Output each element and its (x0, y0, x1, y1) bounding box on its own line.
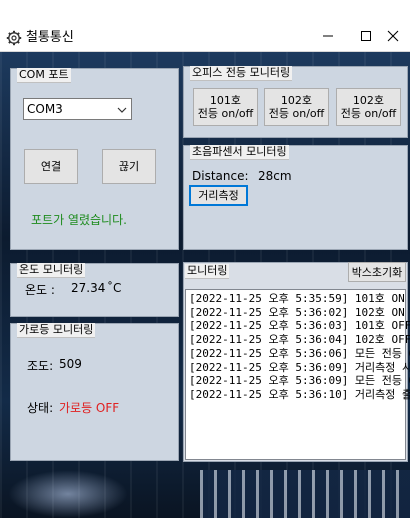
streetlight-state-label: 상태: (27, 401, 54, 415)
maximize-icon (360, 30, 372, 45)
background-racks (200, 470, 410, 518)
temperature-label: 온도 : (25, 283, 55, 297)
ultrasonic-legend: 초음파센서 모니터링 (190, 145, 289, 160)
com-port-value: COM3 (27, 102, 63, 116)
distance-value: 28cm (258, 169, 292, 183)
log-entry: [2022-11-25 오후 5:36:09] 거리측정 시작 (189, 360, 410, 374)
monitor-group: 모니터링 박스초기화 [2022-11-25 오후 5:35:59] 101호 … (183, 262, 410, 462)
com-port-select[interactable]: COM3 (23, 98, 132, 120)
temperature-unit: ˚C (107, 281, 122, 295)
room-102-light-toggle-button-2[interactable]: 102호 전등 on/off (336, 88, 401, 126)
connect-button-label: 연결 (40, 160, 62, 173)
disconnect-button-label: 끊기 (118, 160, 140, 173)
streetlight-legend: 가로등 모니터링 (17, 323, 96, 338)
close-button[interactable] (376, 22, 410, 52)
room-101-light-toggle-label: 101호 전등 on/off (197, 94, 254, 120)
background-glow (8, 470, 128, 518)
log-entry: [2022-11-25 오후 5:36:03] 101호 OFF (189, 319, 410, 333)
log-entry: [2022-11-25 오후 5:35:59] 101호 ON (189, 292, 405, 305)
minimize-icon (322, 30, 334, 45)
log-entry: [2022-11-25 오후 5:36:06] 모든 전등 ON (189, 346, 410, 360)
log-entry: [2022-11-25 오후 5:36:10] 거리측정 출력 (189, 387, 410, 401)
title-bar: 철통통신 (0, 0, 410, 52)
room-102-light-toggle-label: 102호 전등 on/off (268, 94, 325, 120)
temperature-group: 온도 모니터링 온도 : 27.34 ˚C (10, 263, 179, 317)
log-entry: [2022-11-25 오후 5:36:09] 모든 전등 OFF (189, 374, 410, 388)
gear-icon (6, 30, 22, 46)
office-lights-group: 오피스 전등 모니터링 101호 전등 on/off 102호 전등 on/of… (183, 66, 408, 138)
log-entry: [2022-11-25 오후 5:36:04] 102호 OFF (189, 333, 410, 347)
log-listbox[interactable]: [2022-11-25 오후 5:35:59] 101호 ON [2022-11… (185, 289, 410, 460)
window-title: 철통통신 (26, 30, 74, 45)
room-101-light-toggle-button[interactable]: 101호 전등 on/off (193, 88, 258, 126)
clear-log-button[interactable]: 박스초기화 (348, 262, 406, 282)
com-port-legend: COM 포트 (17, 68, 71, 83)
connect-button[interactable]: 연결 (24, 149, 78, 184)
clear-log-label: 박스초기화 (351, 265, 403, 279)
disconnect-button[interactable]: 끊기 (102, 149, 156, 184)
close-icon (387, 30, 399, 45)
distance-label: Distance: (192, 169, 249, 183)
streetlight-group: 가로등 모니터링 조도: 509 상태: 가로등 OFF (10, 323, 179, 461)
temperature-value: 27.34 (71, 281, 106, 295)
chevron-down-icon (116, 102, 128, 114)
minimize-button[interactable] (308, 22, 348, 52)
streetlight-state-value: 가로등 OFF (59, 401, 120, 415)
log-entry: [2022-11-25 오후 5:36:02] 102호 ON (189, 305, 405, 319)
illuminance-label: 조도: (27, 359, 54, 373)
measure-distance-label: 거리측정 (198, 189, 239, 202)
ultrasonic-group: 초음파센서 모니터링 Distance: 28cm 거리측정 (183, 145, 408, 250)
room-102-light-toggle-label-2: 102호 전등 on/off (340, 94, 397, 120)
office-lights-legend: 오피스 전등 모니터링 (190, 66, 293, 81)
illuminance-value: 509 (59, 357, 82, 371)
measure-distance-button[interactable]: 거리측정 (189, 185, 248, 206)
temperature-legend: 온도 모니터링 (17, 263, 86, 278)
port-status-text: 포트가 열렸습니다. (31, 213, 127, 227)
room-102-light-toggle-button[interactable]: 102호 전등 on/off (264, 88, 329, 126)
monitor-legend: 모니터링 (185, 264, 230, 279)
com-port-group: COM 포트 COM3 연결 끊기 포트가 열렸습니다. (10, 68, 179, 250)
